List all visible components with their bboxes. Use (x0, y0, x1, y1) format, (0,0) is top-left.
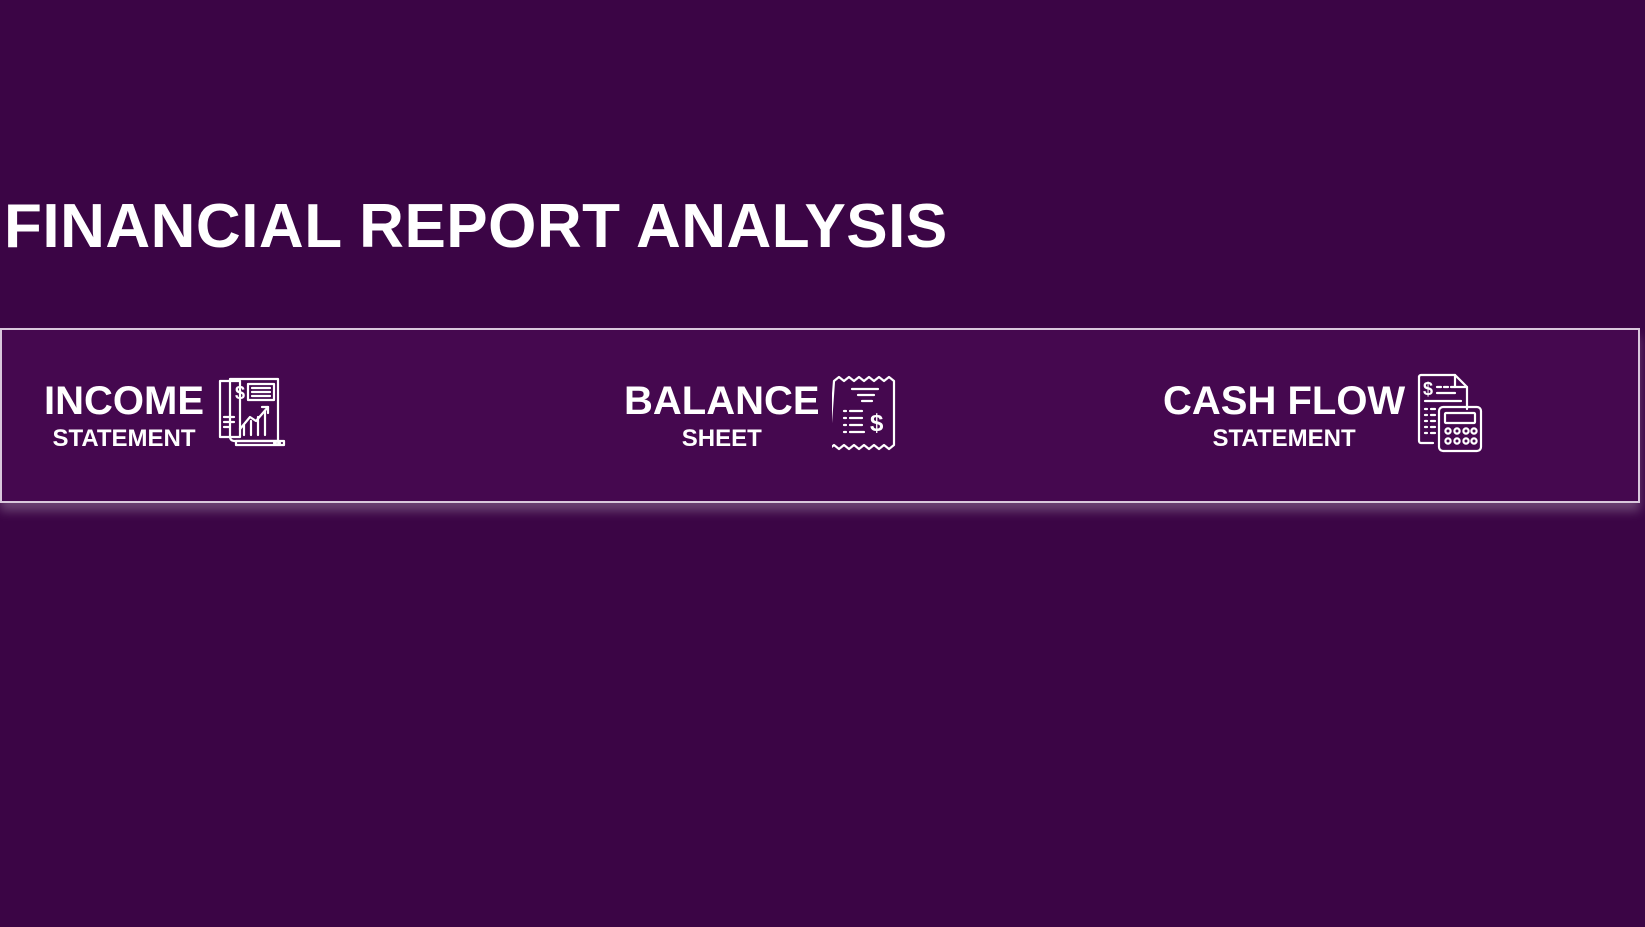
income-report-icon: $ (216, 377, 288, 454)
calculator-document-icon: $ (1417, 373, 1483, 458)
nav-income-labels: INCOME STATEMENT (44, 379, 204, 453)
nav-cash-flow-statement[interactable]: CASH FLOW STATEMENT $ (1163, 330, 1483, 501)
nav-balance-sheet[interactable]: BALANCE SHEET $ (624, 330, 896, 501)
svg-text:$: $ (235, 383, 245, 403)
nav-income-main-label: INCOME (44, 378, 204, 423)
nav-cashflow-labels: CASH FLOW STATEMENT (1163, 379, 1405, 453)
nav-income-sub-label: STATEMENT (52, 424, 196, 452)
svg-text:$: $ (1423, 379, 1433, 399)
page-title: FINANCIAL REPORT ANALYSIS (4, 192, 948, 261)
nav-cashflow-sub-label: STATEMENT (1212, 424, 1356, 452)
nav-income-statement[interactable]: INCOME STATEMENT $ (44, 330, 288, 501)
svg-text:$: $ (870, 410, 884, 437)
nav-cashflow-main-label: CASH FLOW (1163, 378, 1406, 423)
nav-balance-sub-label: SHEET (681, 424, 762, 452)
receipt-icon: $ (827, 375, 896, 456)
report-page: FINANCIAL REPORT ANALYSIS INCOME STATEME… (0, 0, 1645, 927)
report-nav-bar: INCOME STATEMENT $ BALANCE SHEET $ CASH … (0, 328, 1640, 503)
nav-balance-main-label: BALANCE (624, 378, 820, 423)
nav-balance-labels: BALANCE SHEET (624, 379, 820, 453)
